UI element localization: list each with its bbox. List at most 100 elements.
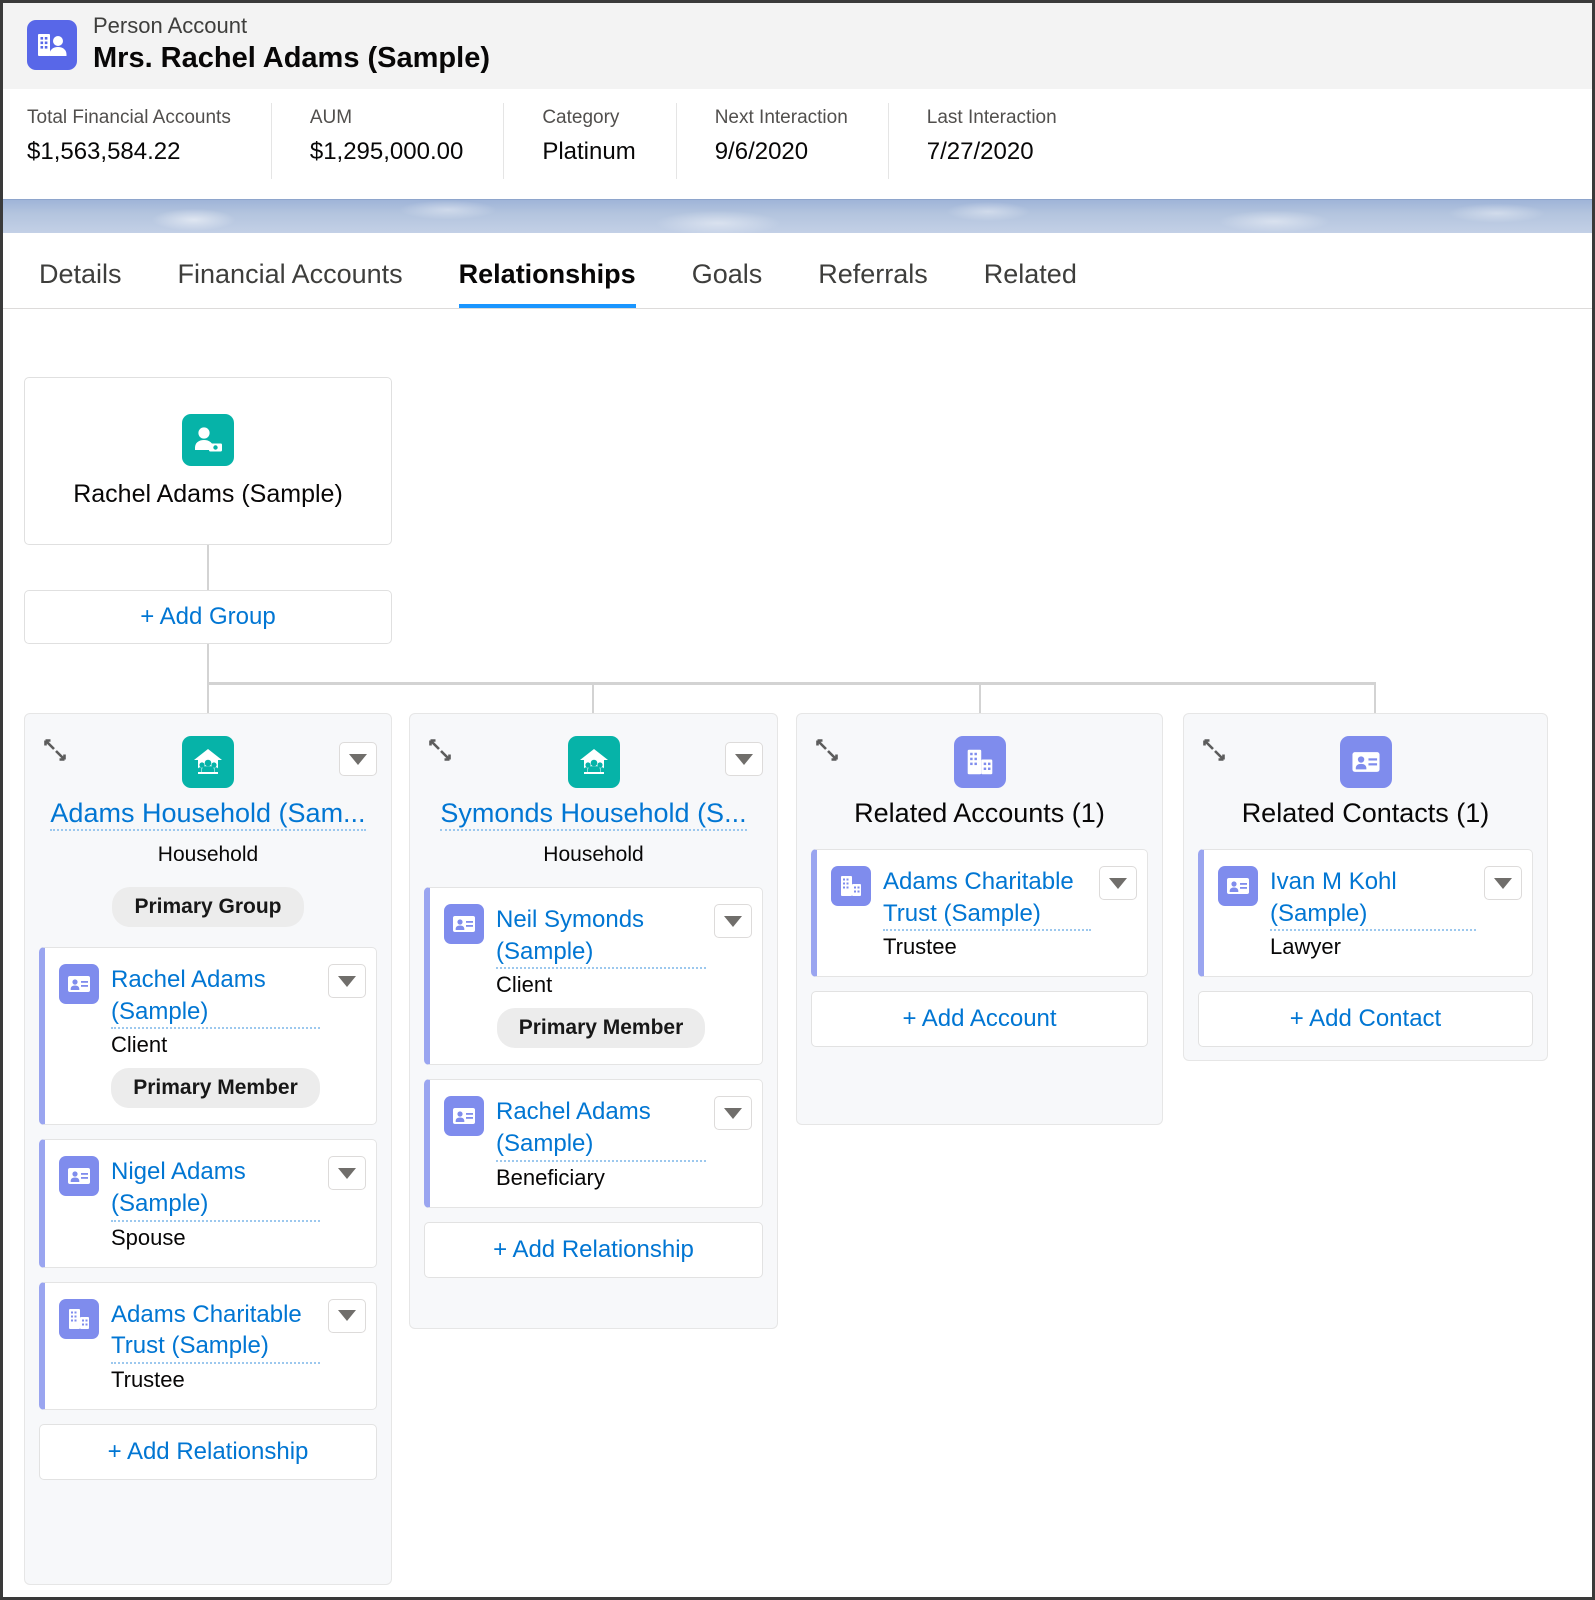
- connector-drop-2: [592, 682, 594, 713]
- tab-details[interactable]: Details: [39, 259, 122, 308]
- row-actions-chevron-down-icon[interactable]: [714, 1096, 752, 1131]
- highlights-panel: Total Financial Accounts $1,563,584.22 A…: [3, 89, 1592, 199]
- root-node-label: Rachel Adams (Sample): [73, 479, 343, 508]
- highlight-next-interaction: Next Interaction 9/6/2020: [677, 103, 889, 179]
- group-card-title: Related Accounts (1): [854, 798, 1105, 828]
- connector-drop-3: [979, 682, 981, 713]
- group-card-header: Symonds Household (S... Household: [424, 736, 763, 873]
- business-account-icon: [59, 1298, 99, 1339]
- highlight-total-financial-accounts: Total Financial Accounts $1,563,584.22: [27, 103, 272, 179]
- list-item-role: Trustee: [111, 1367, 185, 1393]
- list-item-name[interactable]: Adams Charitable Trust (Sample): [883, 866, 1091, 932]
- highlight-value: 7/27/2020: [926, 138, 1034, 166]
- contact-card-icon: [59, 964, 99, 1004]
- person-money-icon: [182, 413, 234, 466]
- status-badge: Primary Member: [496, 1008, 706, 1049]
- list-item: Rachel Adams (Sample) Client Primary Mem…: [39, 947, 377, 1126]
- group-card-title[interactable]: Symonds Household (S...: [440, 798, 747, 831]
- row-actions-chevron-down-icon[interactable]: [328, 1156, 366, 1191]
- add-group-button[interactable]: + Add Group: [24, 590, 392, 644]
- add-account-button[interactable]: + Add Account: [811, 991, 1148, 1048]
- collapse-icon[interactable]: [1200, 736, 1230, 766]
- list-item: Neil Symonds (Sample) Client Primary Mem…: [424, 887, 763, 1066]
- highlight-value: $1,295,000.00: [309, 138, 464, 166]
- status-badge: Primary Group: [112, 887, 304, 927]
- list-item-name[interactable]: Rachel Adams (Sample): [111, 964, 320, 1030]
- list-item-role: Client: [111, 1032, 168, 1058]
- household-icon: [567, 736, 620, 788]
- tab-bar: Details Financial Accounts Relationships…: [3, 233, 1592, 309]
- add-contact-button[interactable]: + Add Contact: [1198, 991, 1533, 1048]
- list-item-role: Beneficiary: [496, 1164, 605, 1190]
- group-card-adams-household: Adams Household (Sam... Household Primar…: [24, 713, 392, 1585]
- connector-addgroup-stem: [207, 644, 209, 683]
- add-relationship-button[interactable]: + Add Relationship: [424, 1221, 763, 1278]
- group-card-related-contacts: Related Contacts (1) Ivan M Kohl (Sample…: [1183, 713, 1548, 1061]
- status-badge: Primary Member: [111, 1068, 320, 1109]
- highlight-last-interaction: Last Interaction 7/27/2020: [889, 103, 1097, 179]
- list-item-name[interactable]: Ivan M Kohl (Sample): [1270, 866, 1476, 932]
- group-card-subtitle: Household: [543, 843, 644, 866]
- connector-drop-4: [1374, 682, 1376, 713]
- collapse-icon[interactable]: [813, 736, 843, 766]
- row-actions-chevron-down-icon[interactable]: [1484, 866, 1522, 900]
- add-relationship-button[interactable]: + Add Relationship: [39, 1424, 377, 1481]
- tab-relationships[interactable]: Relationships: [458, 259, 636, 308]
- contact-card-icon: [444, 1096, 484, 1137]
- list-item-role: Client: [496, 972, 553, 998]
- row-actions-chevron-down-icon[interactable]: [714, 904, 752, 938]
- highlight-label: Total Financial Accounts: [27, 107, 231, 128]
- highlight-aum: AUM $1,295,000.00: [272, 103, 505, 179]
- group-card-symonds-household: Symonds Household (S... Household Neil S…: [409, 713, 778, 1329]
- group-card-title: Related Contacts (1): [1241, 798, 1490, 828]
- collapse-icon[interactable]: [426, 736, 456, 766]
- list-item: Adams Charitable Trust (Sample) Trustee: [39, 1281, 377, 1411]
- tab-goals[interactable]: Goals: [692, 259, 763, 308]
- list-item-name[interactable]: Neil Symonds (Sample): [496, 904, 706, 970]
- tab-referrals[interactable]: Referrals: [818, 259, 928, 308]
- row-actions-chevron-down-icon[interactable]: [1099, 866, 1137, 900]
- group-card-related-accounts: Related Accounts (1) Adams Charitable Tr…: [796, 713, 1163, 1125]
- list-item: Adams Charitable Trust (Sample) Trustee: [811, 849, 1148, 978]
- group-actions-chevron-down-icon[interactable]: [725, 742, 763, 776]
- list-item-role: Trustee: [883, 934, 957, 960]
- highlight-label: Last Interaction: [926, 107, 1057, 128]
- contact-card-icon: [444, 904, 484, 944]
- list-item-name[interactable]: Rachel Adams (Sample): [496, 1096, 706, 1162]
- highlight-value: Platinum: [542, 138, 636, 166]
- contact-card-icon: [1218, 866, 1258, 906]
- group-actions-chevron-down-icon[interactable]: [339, 742, 377, 776]
- tab-related[interactable]: Related: [984, 259, 1077, 308]
- root-node-card[interactable]: Rachel Adams (Sample): [24, 377, 392, 545]
- group-card-header: Related Accounts (1): [811, 736, 1148, 835]
- record-header: Person Account Mrs. Rachel Adams (Sample…: [3, 3, 1592, 89]
- list-item: Rachel Adams (Sample) Beneficiary: [424, 1079, 763, 1208]
- list-item-role: Lawyer: [1270, 934, 1341, 960]
- tab-financial-accounts[interactable]: Financial Accounts: [178, 259, 403, 308]
- connector-root-to-addgroup: [207, 545, 209, 590]
- highlight-label: Next Interaction: [714, 107, 848, 128]
- collapse-icon[interactable]: [41, 736, 71, 766]
- list-item: Nigel Adams (Sample) Spouse: [39, 1139, 377, 1268]
- highlight-category: Category Platinum: [504, 103, 677, 179]
- list-item-name[interactable]: Adams Charitable Trust (Sample): [111, 1299, 320, 1365]
- highlight-label: Category: [542, 107, 620, 128]
- relationship-map: Rachel Adams (Sample) + Add Group Adams …: [3, 309, 1592, 1585]
- row-actions-chevron-down-icon[interactable]: [328, 1298, 366, 1333]
- decorative-banner: [3, 199, 1592, 233]
- group-card-subtitle: Household: [157, 843, 259, 866]
- business-account-icon: [831, 866, 871, 906]
- contact-card-icon: [59, 1156, 99, 1197]
- group-card-header: Related Contacts (1): [1198, 736, 1533, 835]
- connector-drop-1: [207, 682, 209, 713]
- person-account-icon: [27, 20, 77, 70]
- list-item-role: Spouse: [111, 1224, 186, 1250]
- list-item-name[interactable]: Nigel Adams (Sample): [111, 1156, 320, 1222]
- row-actions-chevron-down-icon[interactable]: [328, 964, 366, 998]
- highlight-value: 9/6/2020: [714, 138, 809, 166]
- highlight-label: AUM: [309, 107, 353, 128]
- group-card-title[interactable]: Adams Household (Sam...: [50, 798, 366, 831]
- business-account-icon: [953, 736, 1006, 788]
- connector-horizontal-bus: [207, 682, 1376, 685]
- page-title: Mrs. Rachel Adams (Sample): [93, 41, 490, 74]
